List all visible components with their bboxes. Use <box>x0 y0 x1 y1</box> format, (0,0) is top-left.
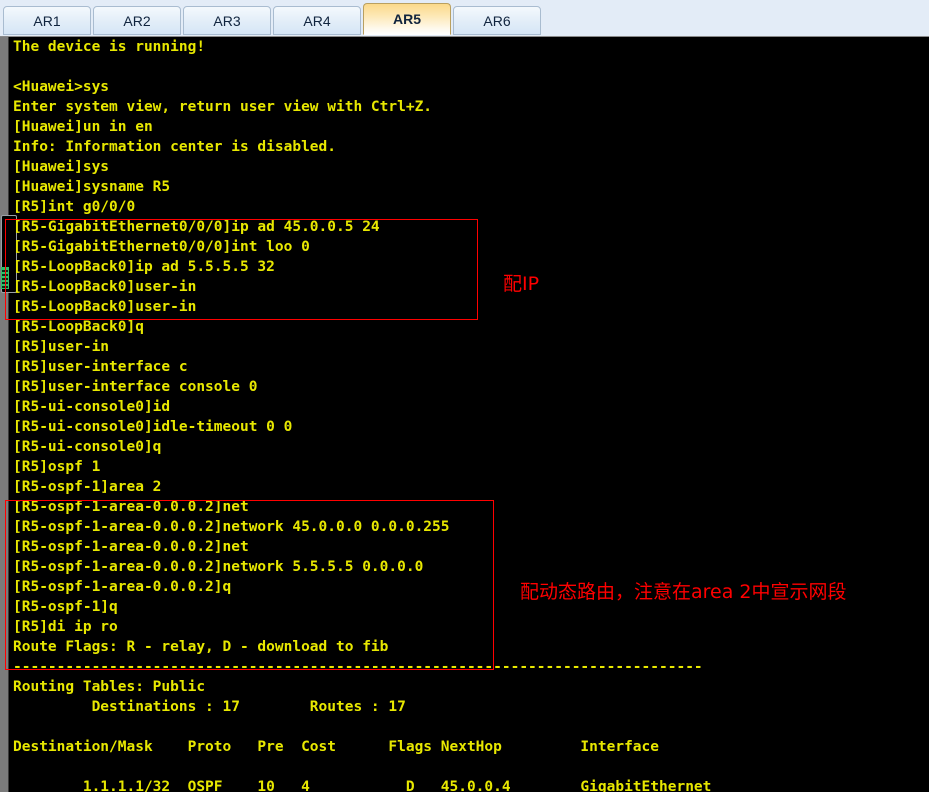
console-scrollbar-track[interactable] <box>0 37 9 792</box>
console-line: [R5-LoopBack0]user-in <box>13 299 197 315</box>
console-line: [R5]user-interface console 0 <box>13 379 258 395</box>
console-line: [R5-GigabitEthernet0/0/0]int loo 0 <box>13 239 310 255</box>
annotation-ospf-config: 配动态路由，注意在area 2中宣示网段 <box>520 581 847 603</box>
console-line: [R5-ui-console0]id <box>13 399 171 415</box>
console-line: [R5-ospf-1-area-0.0.0.2]network 45.0.0.0… <box>13 519 450 535</box>
console-line: The device is running! <box>13 39 206 55</box>
console-line: [R5]di ip ro <box>13 619 118 635</box>
console-output: The device is running! <Huawei>sys Enter… <box>9 37 929 792</box>
console-line: [R5]user-in <box>13 339 110 355</box>
cli-console[interactable]: The device is running! <Huawei>sys Enter… <box>0 37 929 792</box>
console-line: Enter system view, return user view with… <box>13 99 433 115</box>
console-line: Info: Information center is disabled. <box>13 139 337 155</box>
console-line: [Huawei]sys <box>13 159 110 175</box>
console-line: [R5-ui-console0]q <box>13 439 162 455</box>
console-line: [R5]user-interface c <box>13 359 188 375</box>
console-line: [R5-ui-console0]idle-timeout 0 0 <box>13 419 293 435</box>
console-line: Route Flags: R - relay, D - download to … <box>13 639 389 655</box>
tab-ar6[interactable]: AR6 <box>453 6 541 35</box>
console-line: Routing Tables: Public <box>13 679 206 695</box>
console-line: [R5]int g0/0/0 <box>13 199 136 215</box>
console-line: [R5-LoopBack0]user-in <box>13 279 197 295</box>
console-line: [R5-ospf-1-area-0.0.0.2]network 5.5.5.5 … <box>13 559 424 575</box>
tab-ar4[interactable]: AR4 <box>273 6 361 35</box>
terminal-window: AR1 AR2 AR3 AR4 AR5 AR6 The device is ru… <box>0 0 929 792</box>
tab-ar1[interactable]: AR1 <box>3 6 91 35</box>
console-line: [R5-LoopBack0]ip ad 5.5.5.5 32 <box>13 259 275 275</box>
tab-ar2[interactable]: AR2 <box>93 6 181 35</box>
console-scrollbar-grip-icon[interactable] <box>1 267 9 289</box>
device-tab-bar: AR1 AR2 AR3 AR4 AR5 AR6 <box>0 0 929 37</box>
console-line: Destinations : 17 Routes : 17 <box>13 699 406 715</box>
console-line: [Huawei]un in en <box>13 119 153 135</box>
tab-ar3[interactable]: AR3 <box>183 6 271 35</box>
console-line: [R5-ospf-1]area 2 <box>13 479 162 495</box>
console-line: 1.1.1.1/32 OSPF 10 4 D 45.0.0.4 GigabitE… <box>13 779 712 792</box>
annotation-ip-config: 配IP <box>503 273 540 295</box>
console-line: <Huawei>sys <box>13 79 110 95</box>
console-line: [R5]ospf 1 <box>13 459 101 475</box>
tab-list: AR1 AR2 AR3 AR4 AR5 AR6 <box>3 3 541 35</box>
console-line: ----------------------------------------… <box>13 659 703 675</box>
console-line: [R5-ospf-1-area-0.0.0.2]net <box>13 499 249 515</box>
tab-ar5[interactable]: AR5 <box>363 3 451 35</box>
console-line: [Huawei]sysname R5 <box>13 179 171 195</box>
console-line: [R5-LoopBack0]q <box>13 319 144 335</box>
console-line: [R5-ospf-1-area-0.0.0.2]net <box>13 539 249 555</box>
console-line: Destination/Mask Proto Pre Cost Flags Ne… <box>13 739 660 755</box>
console-line: [R5-GigabitEthernet0/0/0]ip ad 45.0.0.5 … <box>13 219 380 235</box>
